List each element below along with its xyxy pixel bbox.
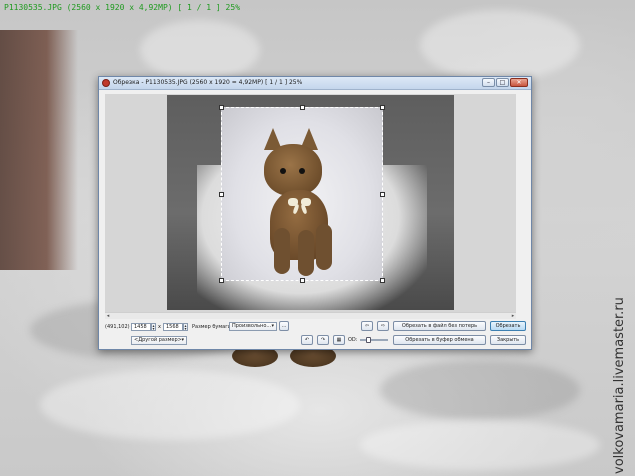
cloth-fold: [420, 10, 580, 80]
close-window-button[interactable]: ✕: [510, 78, 528, 87]
grid-toggle-button[interactable]: ▦: [333, 335, 345, 345]
horizontal-scrollbar[interactable]: ◂ ▸: [105, 312, 516, 319]
cloth-fold: [140, 20, 260, 80]
chevron-down-icon: ▾: [271, 323, 274, 329]
prev-image-button[interactable]: ⇦: [361, 321, 373, 331]
paper-size-label: Размер бумаги:: [192, 324, 233, 330]
copy-clipboard-button[interactable]: Обрезать в буфер обмена: [393, 335, 486, 345]
maximize-button[interactable]: □: [496, 78, 509, 87]
crop-handle-top-right[interactable]: [380, 105, 385, 110]
crop-handle-left[interactable]: [219, 192, 224, 197]
app-icon: [102, 79, 110, 87]
cat-leg: [316, 224, 332, 270]
cloth-fold: [360, 420, 600, 470]
crop-handle-right[interactable]: [380, 192, 385, 197]
save-lossless-button[interactable]: Обрезать в файл без потерь: [393, 321, 486, 331]
window-controls: – □ ✕: [482, 78, 528, 87]
close-button[interactable]: Закрыть: [490, 335, 526, 345]
crop-selection[interactable]: [219, 105, 385, 283]
cat-leg: [298, 230, 314, 276]
crop-handle-bottom-right[interactable]: [380, 278, 385, 283]
rotate-right-button[interactable]: ↷: [317, 335, 329, 345]
cloth-fold: [40, 370, 300, 440]
scroll-right-icon[interactable]: ▸: [510, 313, 516, 319]
zoom-slider[interactable]: [360, 336, 388, 344]
photo-preview: [167, 95, 454, 310]
zoom-slider-knob[interactable]: [366, 337, 371, 343]
paper-size-dropdown[interactable]: Произвольно... ▾: [229, 322, 277, 331]
image-caption: P1130535.JPG (2560 x 1920 x 4,92MP) [ 1 …: [4, 3, 241, 12]
height-spinner[interactable]: ▴ ▾: [183, 323, 188, 331]
size-preset-value: <Другой размер>: [134, 337, 182, 343]
next-image-button[interactable]: ⇨: [377, 321, 389, 331]
scroll-left-icon[interactable]: ◂: [105, 313, 111, 319]
title-bar[interactable]: Обрезка - P1130535.JPG (2560 x 1920 = 4,…: [99, 77, 531, 90]
window-title: Обрезка - P1130535.JPG (2560 x 1920 = 4,…: [113, 79, 303, 86]
cursor-position: (491,102): [105, 324, 130, 330]
cat-eye: [280, 168, 286, 174]
minimize-button[interactable]: –: [482, 78, 495, 87]
crop-width-field[interactable]: 1458: [131, 323, 151, 331]
zoom-label: OD:: [348, 337, 358, 343]
paper-size-value: Произвольно...: [232, 323, 272, 329]
rotate-left-button[interactable]: ↶: [301, 335, 313, 345]
crop-handle-top-left[interactable]: [219, 105, 224, 110]
cat-leg: [274, 228, 290, 274]
cloth-shadow: [380, 360, 580, 420]
width-spinner[interactable]: ▴ ▾: [151, 323, 156, 331]
cat-bow: [288, 194, 314, 215]
cat-head: [264, 144, 322, 196]
crop-handle-top[interactable]: [300, 105, 305, 110]
image-canvas[interactable]: [105, 94, 516, 312]
crop-height-field[interactable]: 1568: [163, 323, 183, 331]
crochet-cat: [252, 128, 352, 278]
wooden-furniture: [0, 30, 78, 270]
crop-button[interactable]: Обрезать: [490, 321, 526, 331]
cat-eye: [299, 168, 305, 174]
crop-handle-bottom[interactable]: [300, 278, 305, 283]
paper-size-more-button[interactable]: ...: [279, 321, 289, 331]
watermark: volkovamaria.livemaster.ru: [612, 297, 627, 474]
times-label: x: [158, 324, 161, 330]
size-preset-dropdown[interactable]: <Другой размер> ▾: [131, 336, 187, 345]
crop-handle-bottom-left[interactable]: [219, 278, 224, 283]
chevron-down-icon: ▾: [181, 337, 184, 343]
crop-dialog: Обрезка - P1130535.JPG (2560 x 1920 = 4,…: [98, 76, 532, 350]
